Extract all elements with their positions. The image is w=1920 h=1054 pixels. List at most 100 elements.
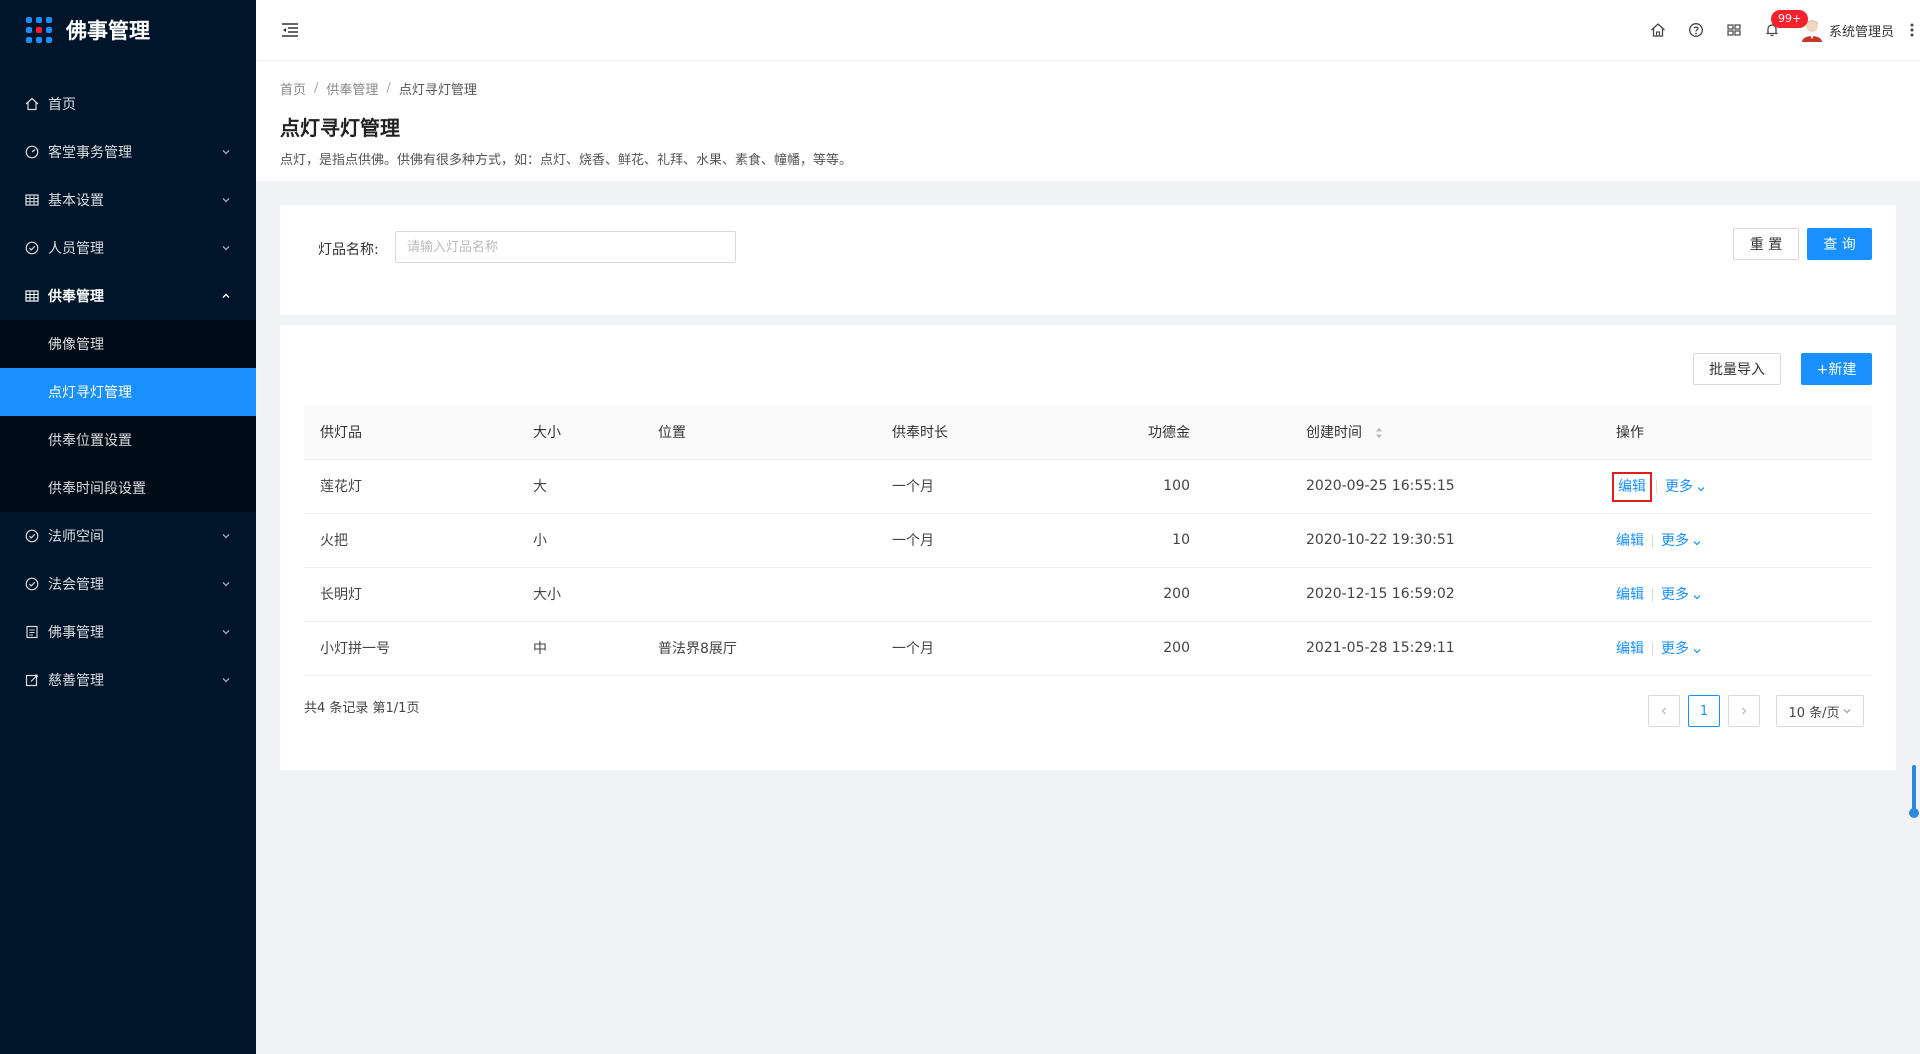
- chevron-up-icon: [220, 290, 232, 302]
- table-row: 火把 小 一个月 10 2020-10-22 19:30:51 编辑 更多: [304, 513, 1872, 568]
- cell-location: [642, 513, 876, 568]
- action-divider: [1652, 588, 1653, 602]
- chevron-down-icon: [220, 242, 232, 254]
- table-icon: [24, 288, 40, 304]
- logo[interactable]: 佛事管理: [0, 0, 256, 60]
- chevron-right-icon: [1742, 707, 1747, 715]
- sidebar-item-label: 法师空间: [48, 529, 104, 545]
- chevron-left-icon: [1661, 707, 1666, 715]
- more-link-label: 更多: [1665, 479, 1693, 495]
- lamp-name-input[interactable]: [395, 231, 736, 263]
- page-button-current[interactable]: 1: [1688, 695, 1720, 727]
- more-link-label: 更多: [1661, 533, 1689, 549]
- sidebar-item-personnel[interactable]: 人员管理: [0, 224, 256, 272]
- breadcrumb-item-home[interactable]: 首页: [280, 79, 306, 98]
- reset-button[interactable]: 重 置: [1733, 228, 1799, 260]
- chevron-down-icon: [1692, 590, 1702, 600]
- more-link-label: 更多: [1661, 587, 1689, 603]
- sidebar-item-master-space[interactable]: 法师空间: [0, 512, 256, 560]
- query-button[interactable]: 查 询: [1807, 228, 1872, 260]
- question-icon[interactable]: [1677, 11, 1715, 49]
- bell-icon[interactable]: 99+: [1753, 10, 1809, 49]
- username[interactable]: 系统管理员: [1829, 21, 1894, 40]
- breadcrumb-separator: /: [314, 81, 319, 96]
- breadcrumb-item-offerings[interactable]: 供奉管理: [326, 79, 378, 98]
- column-header-duration: 供奉时长: [876, 405, 1066, 460]
- edit-link[interactable]: 编辑: [1616, 533, 1644, 549]
- cell-created: 2020-10-22 19:30:51: [1206, 513, 1552, 568]
- more-link[interactable]: 更多: [1661, 533, 1702, 549]
- header-actions: 99+ 系统管理员: [1639, 0, 1920, 60]
- page-size-select[interactable]: 10 条/页: [1776, 695, 1864, 727]
- chevron-down-icon: [220, 146, 232, 158]
- cell-amount: 200: [1066, 621, 1206, 676]
- side-menu: 首页 客堂事务管理 基本设置 人员管理 供奉管理 佛像管理 点灯寻灯管理 供奉位…: [0, 80, 256, 704]
- pagination-summary: 共4 条记录 第1/1页: [304, 701, 420, 716]
- cell-location: [642, 567, 876, 622]
- sidebar-item-reception[interactable]: 客堂事务管理: [0, 128, 256, 176]
- sort-icon[interactable]: [1374, 426, 1384, 440]
- batch-import-button[interactable]: 批量导入: [1693, 353, 1781, 385]
- cell-name: 小灯拼一号: [304, 621, 517, 676]
- more-vertical-icon[interactable]: [1904, 18, 1920, 42]
- chevron-down-icon: [220, 674, 232, 686]
- table-row: 长明灯 大小 200 2020-12-15 16:59:02 编辑 更多: [304, 567, 1872, 622]
- cell-created: 2021-05-28 15:29:11: [1206, 621, 1552, 676]
- page-description: 点灯，是指点供佛。供佛有很多种方式，如：点灯、烧香、鲜花、礼拜、水果、素食、幢幡…: [280, 153, 853, 168]
- sidebar-item-charity[interactable]: 慈善管理: [0, 656, 256, 704]
- action-divider: [1656, 480, 1657, 494]
- check-circle-icon: [24, 576, 40, 592]
- more-link[interactable]: 更多: [1661, 587, 1702, 603]
- cell-duration: 一个月: [876, 459, 1066, 514]
- cell-amount: 200: [1066, 567, 1206, 622]
- table-row: 小灯拼一号 中 普法界8展厅 一个月 200 2021-05-28 15:29:…: [304, 621, 1872, 676]
- menu-fold-icon[interactable]: [280, 20, 300, 40]
- chevron-down-icon: [1843, 709, 1850, 714]
- sidebar-item-basic-settings[interactable]: 基本设置: [0, 176, 256, 224]
- column-header-amount: 功德金: [1066, 405, 1206, 460]
- action-divider: [1652, 534, 1653, 548]
- appstore-icon[interactable]: [1715, 11, 1753, 49]
- cell-amount: 10: [1066, 513, 1206, 568]
- next-page-button[interactable]: [1728, 695, 1760, 727]
- more-link[interactable]: 更多: [1661, 641, 1702, 657]
- check-circle-icon: [24, 240, 40, 256]
- new-button[interactable]: +新建: [1801, 353, 1872, 385]
- sidebar-item-home[interactable]: 首页: [0, 80, 256, 128]
- edit-link[interactable]: 编辑: [1612, 472, 1652, 502]
- lamp-table: 供灯品 大小 位置 供奉时长 功德金 创建时间 操作 莲花灯 大 一个月 100…: [304, 405, 1872, 676]
- edit-link[interactable]: 编辑: [1616, 641, 1644, 657]
- column-header-created[interactable]: 创建时间: [1206, 405, 1552, 460]
- more-link[interactable]: 更多: [1665, 479, 1706, 495]
- chevron-down-icon: [220, 626, 232, 638]
- cell-actions: 编辑 更多: [1552, 567, 1872, 622]
- home-icon[interactable]: [1639, 11, 1677, 49]
- prev-page-button[interactable]: [1648, 695, 1680, 727]
- cell-size: 大小: [517, 567, 642, 622]
- sidebar-subitem-time-settings[interactable]: 供奉时间段设置: [0, 464, 256, 512]
- cell-duration: 一个月: [876, 513, 1066, 568]
- scrollbar-knob[interactable]: [1909, 808, 1919, 818]
- edit-link[interactable]: 编辑: [1616, 587, 1644, 603]
- pagination: 1 10 条/页: [1640, 695, 1864, 727]
- sidebar-item-buddhist-affairs[interactable]: 佛事管理: [0, 608, 256, 656]
- chevron-down-icon: [220, 578, 232, 590]
- profile-icon: [24, 624, 40, 640]
- page-size-value: 10 条/页: [1788, 705, 1840, 721]
- table-card: 批量导入 +新建 供灯品 大小 位置 供奉时长 功德金 创建时间 操作 莲花灯 …: [280, 325, 1896, 770]
- cell-duration: [876, 567, 1066, 622]
- action-divider: [1652, 642, 1653, 656]
- sidebar-subitem-buddha-statue[interactable]: 佛像管理: [0, 320, 256, 368]
- lamp-name-label: 灯品名称:: [318, 242, 379, 258]
- home-icon: [24, 96, 40, 112]
- sidebar-subitem-position-settings[interactable]: 供奉位置设置: [0, 416, 256, 464]
- breadcrumb-separator: /: [386, 81, 391, 96]
- offerings-submenu: 佛像管理 点灯寻灯管理 供奉位置设置 供奉时间段设置: [0, 320, 256, 512]
- sidebar-item-offerings[interactable]: 供奉管理: [0, 272, 256, 320]
- sidebar-item-label: 人员管理: [48, 241, 104, 257]
- sidebar-item-label: 基本设置: [48, 193, 104, 209]
- cell-location: [642, 459, 876, 514]
- more-link-label: 更多: [1661, 641, 1689, 657]
- sidebar-item-dharma-assembly[interactable]: 法会管理: [0, 560, 256, 608]
- sidebar-subitem-lamp[interactable]: 点灯寻灯管理: [0, 368, 256, 416]
